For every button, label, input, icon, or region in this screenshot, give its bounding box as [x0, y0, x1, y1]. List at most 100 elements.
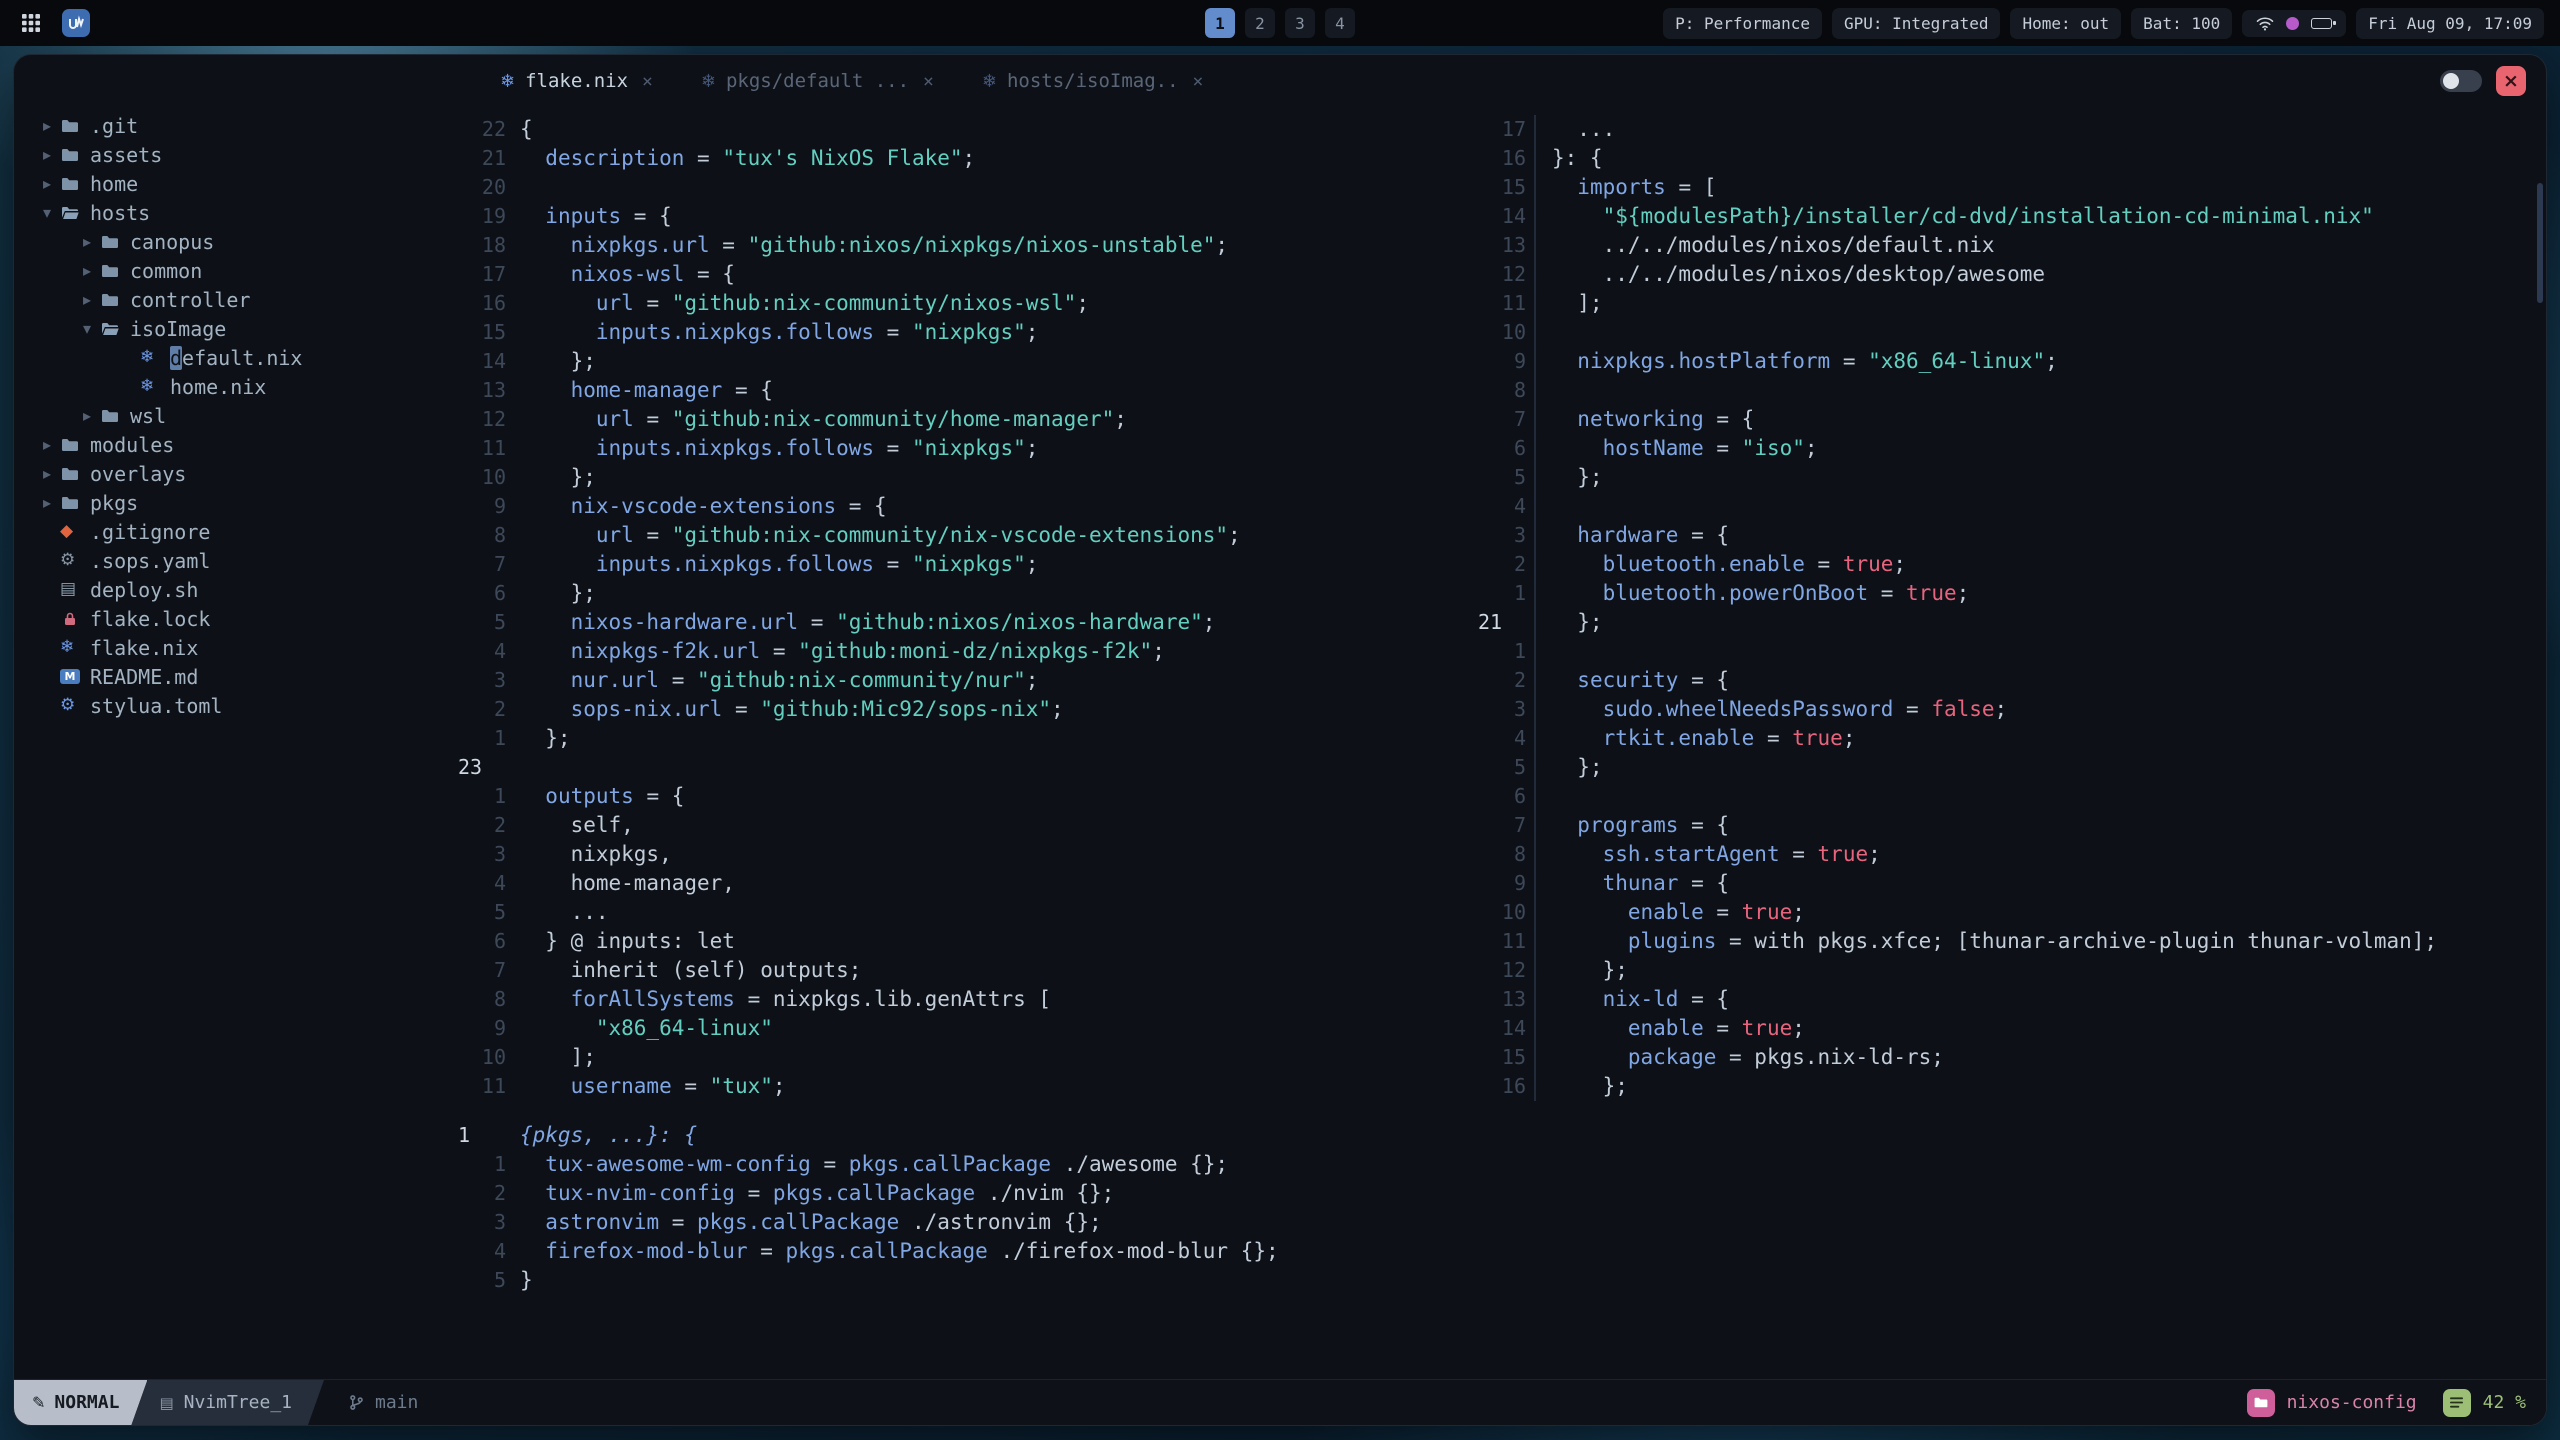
tree-item-assets[interactable]: ▸ assets: [14, 140, 450, 169]
tree-item-default-nix[interactable]: ❄ default.nix: [14, 343, 450, 372]
line-text: url = "github:nix-community/nixos-wsl";: [595, 291, 1089, 315]
code-line: 12 };: [1470, 956, 2546, 985]
line-text: tux-nvim-config = pkgs.callPackage ./nvi…: [545, 1181, 1115, 1205]
workspace-4[interactable]: 4: [1325, 8, 1355, 38]
code-line: 11 ];: [1470, 289, 2546, 318]
tree-item-home-nix[interactable]: ❄ home.nix: [14, 372, 450, 401]
battery-chip[interactable]: Bat: 100: [2131, 7, 2233, 39]
tree-item-overlays[interactable]: ▸ overlays: [14, 459, 450, 488]
tree-item-controller[interactable]: ▸ controller: [14, 285, 450, 314]
code-line: 3 nur.url = "github:nix-community/nur";: [450, 666, 1470, 695]
tree-item-modules[interactable]: ▸ modules: [14, 430, 450, 459]
clock-chip[interactable]: Fri Aug 09, 17:09: [2356, 7, 2544, 39]
line-text: hardware = {: [1534, 521, 1729, 550]
scrollbar-thumb[interactable]: [2537, 183, 2543, 303]
close-tab-icon[interactable]: ×: [923, 71, 934, 92]
editor-pane-flake[interactable]: 22{21 description = "tux's NixOS Flake";…: [450, 107, 1470, 1107]
code-line: 12 ../../modules/nixos/desktop/awesome: [1470, 260, 2546, 289]
topbar-left: [16, 8, 90, 38]
line-text: home-manager,: [520, 871, 735, 895]
app-launcher-icon[interactable]: [16, 8, 46, 38]
tab-pkgs-default[interactable]: ❄ pkgs/default ... ×: [677, 55, 958, 107]
nix-file-icon: ❄: [500, 70, 516, 92]
tree-item-readme-md[interactable]: M README.md: [14, 662, 450, 691]
workspace-1[interactable]: 1: [1205, 8, 1235, 38]
tab-hosts-isoimage[interactable]: ❄ hosts/isoImag.. ×: [958, 55, 1228, 107]
code-line: 8 ssh.startAgent = true;: [1470, 840, 2546, 869]
code-line: 21 description = "tux's NixOS Flake";: [450, 144, 1470, 173]
line-number: 8: [493, 523, 506, 547]
close-tab-icon[interactable]: ×: [1193, 71, 1204, 92]
line-number: 7: [493, 552, 506, 576]
code-line: 11 inputs.nixpkgs.follows = "nixpkgs";: [450, 434, 1470, 463]
line-text: url = "github:nix-community/nix-vscode-e…: [595, 523, 1241, 547]
tree-item-isoimage[interactable]: ▾ isoImage: [14, 314, 450, 343]
line-number: 3: [1513, 523, 1526, 547]
code-line: 8: [1470, 376, 2546, 405]
workspace-switcher: 1 2 3 4: [1205, 8, 1355, 38]
window-toggle[interactable]: [2440, 70, 2482, 92]
tree-item-flake-lock[interactable]: flake.lock: [14, 604, 450, 633]
line-text: };: [1534, 1072, 1628, 1101]
workspace-2[interactable]: 2: [1245, 8, 1275, 38]
code-line: 4: [1470, 492, 2546, 521]
line-number: 5: [493, 1268, 506, 1292]
code-line: 18 nixpkgs.url = "github:nixos/nixpkgs/n…: [450, 231, 1470, 260]
tree-item-hosts[interactable]: ▾ hosts: [14, 198, 450, 227]
tree-item-pkgs[interactable]: ▸ pkgs: [14, 488, 450, 517]
line-number: 8: [1513, 378, 1526, 402]
home-status-chip[interactable]: Home: out: [2010, 7, 2122, 39]
code-line: 4 home-manager,: [450, 869, 1470, 898]
gpu-chip[interactable]: GPU: Integrated: [1831, 7, 2001, 39]
line-text: home-manager = {: [570, 378, 773, 402]
tree-item-common[interactable]: ▸ common: [14, 256, 450, 285]
tab-flake-nix[interactable]: ❄ flake.nix ×: [476, 55, 677, 107]
scroll-percent: 42 %: [2482, 1392, 2526, 1413]
line-number: 10: [1501, 320, 1526, 344]
tree-item-flake-nix[interactable]: ❄ flake.nix: [14, 633, 450, 662]
line-text: forAllSystems = nixpkgs.lib.genAttrs [: [570, 987, 1052, 1011]
line-text: firefox-mod-blur = pkgs.callPackage ./fi…: [545, 1239, 1279, 1263]
line-number: 4: [493, 1239, 506, 1263]
file-tree: ▸ .git ▸ assets ▸ home ▾ hosts ▸ canopus ▸ common ▸ c…: [14, 107, 450, 1379]
line-number: 15: [1501, 1045, 1526, 1069]
line-text: ];: [1534, 289, 1603, 318]
wifi-icon: [2256, 16, 2274, 30]
line-text: nixos-hardware.url = "github:nixos/nixos…: [570, 610, 1216, 634]
line-text: }: {: [1534, 144, 1603, 173]
launcher-logo-icon[interactable]: [62, 9, 90, 37]
code-line: 5 nixos-hardware.url = "github:nixos/nix…: [450, 608, 1470, 637]
line-text: ../../modules/nixos/default.nix: [1534, 231, 1995, 260]
mode-icon: ✎: [32, 1393, 46, 1412]
workspace-3[interactable]: 3: [1285, 8, 1315, 38]
nix-file-icon: ❄: [140, 376, 155, 396]
chevron-right-icon: ▸: [42, 116, 52, 135]
line-number: 12: [1501, 958, 1526, 982]
close-tab-icon[interactable]: ×: [642, 71, 653, 92]
buffer-label: NvimTree_1: [183, 1392, 292, 1413]
tree-item--gitignore[interactable]: ◆ .gitignore: [14, 517, 450, 546]
code-line: 2 self,: [450, 811, 1470, 840]
system-tray[interactable]: [2242, 9, 2347, 37]
tree-item--git[interactable]: ▸ .git: [14, 111, 450, 140]
editor-pane-pkgs[interactable]: 1 {pkgs, ...}: {1 tux-awesome-wm-config =…: [450, 1107, 2546, 1379]
tree-item-stylua-toml[interactable]: ⚙ stylua.toml: [14, 691, 450, 720]
tree-item-deploy-sh[interactable]: ▤ deploy.sh: [14, 575, 450, 604]
tree-item-canopus[interactable]: ▸ canopus: [14, 227, 450, 256]
line-text: programs = {: [1534, 811, 1729, 840]
line-text: nur.url = "github:nix-community/nur";: [570, 668, 1039, 692]
code-line: 13 ../../modules/nixos/default.nix: [1470, 231, 2546, 260]
window-close-button[interactable]: ×: [2496, 66, 2526, 96]
line-text: ];: [520, 1045, 596, 1069]
line-number: 20: [481, 175, 506, 199]
power-profile-chip[interactable]: P: Performance: [1663, 7, 1822, 39]
line-text: package = pkgs.nix-ld-rs;: [1534, 1043, 1944, 1072]
editor-pane-isoimage[interactable]: 17 ... 16}: {15 imports = [14 "${modulesP…: [1470, 107, 2546, 1107]
line-text: sudo.wheelNeedsPassword = false;: [1534, 695, 2007, 724]
tree-item--sops-yaml[interactable]: ⚙ .sops.yaml: [14, 546, 450, 575]
tree-item-wsl[interactable]: ▸ wsl: [14, 401, 450, 430]
tree-item-home[interactable]: ▸ home: [14, 169, 450, 198]
folder-icon: [100, 263, 130, 279]
line-number: 7: [493, 958, 506, 982]
line-number: 21: [1478, 610, 1503, 634]
